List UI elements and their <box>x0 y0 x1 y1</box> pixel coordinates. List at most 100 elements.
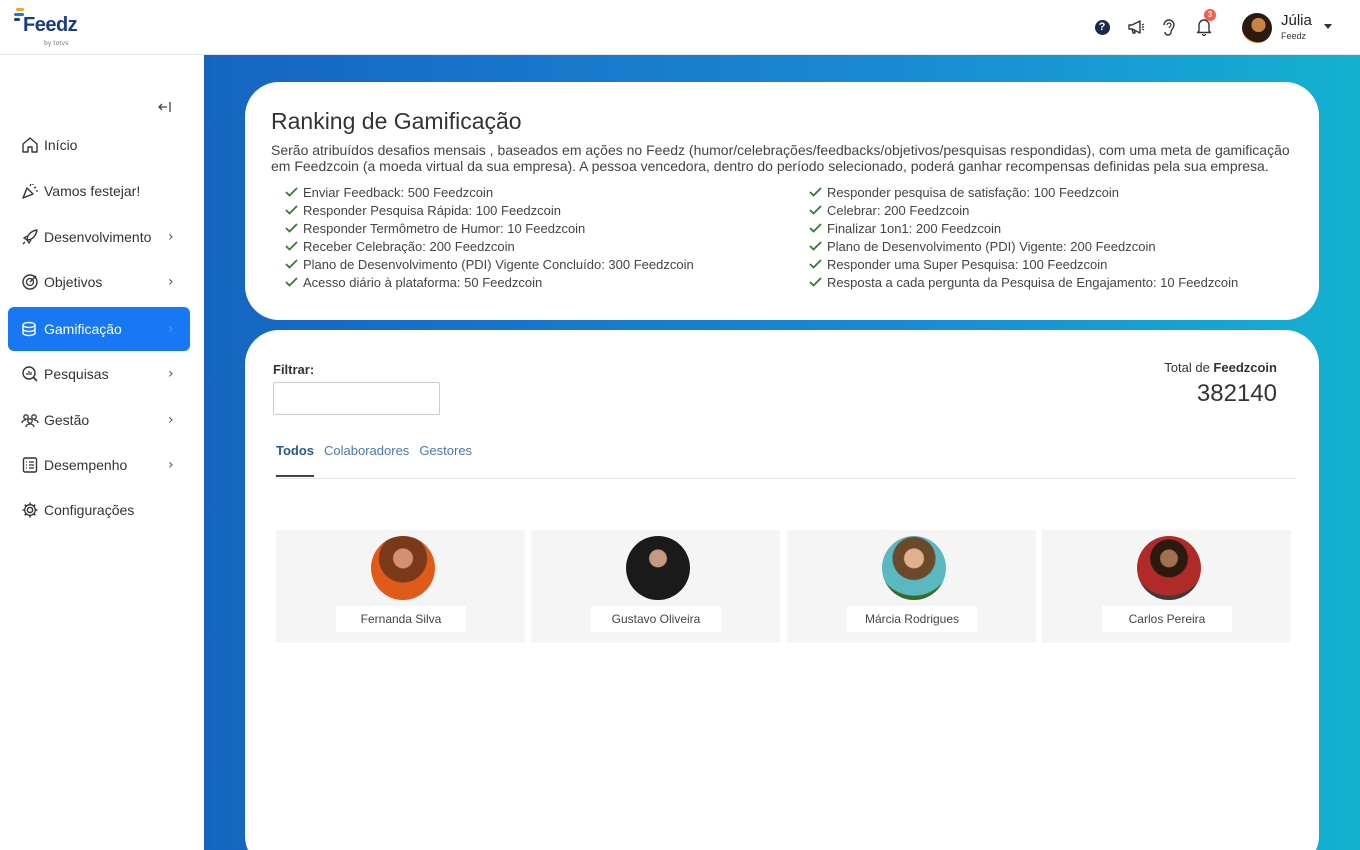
total-currency: Feedzcoin <box>1213 360 1277 375</box>
rule-item: Responder pesquisa de satisfação: 100 Fe… <box>809 183 1238 201</box>
logo-subtext: by totvs <box>44 40 69 47</box>
sidebar-item-configuracoes[interactable]: Configurações <box>8 488 190 532</box>
rule-item: Plano de Desenvolvimento (PDI) Vigente C… <box>285 255 694 273</box>
sidebar-item-vamos-festejar[interactable]: Vamos festejar! <box>8 169 190 213</box>
collapse-sidebar-icon[interactable] <box>158 100 172 116</box>
filter-label: Filtrar: <box>273 362 315 377</box>
check-icon <box>809 221 823 235</box>
user-avatar[interactable] <box>1242 13 1272 43</box>
leader-name: Carlos Pereira <box>1128 612 1206 626</box>
check-icon <box>285 185 299 199</box>
coins-icon <box>20 319 40 339</box>
rule-text: Responder Pesquisa Rápida: 100 Feedzcoin <box>303 202 562 218</box>
rule-text: Responder pesquisa de satisfação: 100 Fe… <box>827 184 1119 200</box>
check-icon <box>809 239 823 253</box>
tab-todos[interactable]: Todos <box>276 443 315 477</box>
rule-item: Responder Pesquisa Rápida: 100 Feedzcoin <box>285 201 694 219</box>
check-icon <box>285 239 299 253</box>
tab-gestores[interactable]: Gestores <box>419 443 472 477</box>
rule-text: Plano de Desenvolvimento (PDI) Vigente: … <box>827 238 1156 254</box>
search-chart-icon <box>20 364 40 384</box>
rocket-icon <box>20 227 40 247</box>
main-content: Ranking de Gamificação Serão atribuídos … <box>204 55 1360 850</box>
sidebar-item-pesquisas[interactable]: Pesquisas › <box>8 352 190 396</box>
leader-photo <box>371 536 435 600</box>
home-icon <box>20 135 40 155</box>
sidebar-item-label: Pesquisas <box>44 366 109 382</box>
leader-name-box: Fernanda Silva <box>336 606 466 632</box>
feedz-logo[interactable]: Feedz by totvs <box>14 8 84 50</box>
rule-text: Responder Termômetro de Humor: 10 Feedzc… <box>303 220 586 236</box>
leader-photo <box>1137 536 1201 600</box>
megaphone-icon[interactable] <box>1126 17 1146 37</box>
leader-card[interactable]: Carlos Pereira <box>1042 530 1291 643</box>
rule-text: Responder uma Super Pesquisa: 100 Feedzc… <box>827 256 1108 272</box>
sidebar-item-label: Gestão <box>44 412 90 428</box>
leader-name-box: Márcia Rodrigues <box>847 606 977 632</box>
top-actions: ? 3 Júlia Feedz <box>1060 0 1360 55</box>
sidebar-item-desenvolvimento[interactable]: Desenvolvimento › <box>8 215 190 259</box>
sidebar-item-gestao[interactable]: Gestão › <box>8 398 190 442</box>
page-title: Ranking de Gamificação <box>271 108 522 134</box>
sidebar-item-inicio[interactable]: Início <box>8 123 190 167</box>
rule-item: Receber Celebração: 200 Feedzcoin <box>285 237 694 255</box>
ear-icon[interactable] <box>1158 17 1178 37</box>
sidebar-item-label: Desempenho <box>44 457 128 473</box>
ranking-info-card: Ranking de Gamificação Serão atribuídos … <box>245 82 1319 320</box>
leader-name: Márcia Rodrigues <box>864 612 960 626</box>
sidebar-item-label: Objetivos <box>44 274 103 290</box>
sidebar: Início Vamos festejar! Desenvolvimento ›… <box>0 55 204 850</box>
tabs-divider <box>276 478 1296 479</box>
sidebar-item-label: Início <box>44 137 78 153</box>
leader-name-box: Carlos Pereira <box>1102 606 1232 632</box>
sidebar-item-gamificacao[interactable]: Gamificação › <box>8 307 190 351</box>
rule-text: Finalizar 1on1: 200 Feedzcoin <box>827 220 1002 236</box>
target-icon <box>20 272 40 292</box>
tab-colaboradores[interactable]: Colaboradores <box>324 443 409 477</box>
leader-card[interactable]: Gustavo Oliveira <box>531 530 780 643</box>
rule-item: Responder Termômetro de Humor: 10 Feedzc… <box>285 219 694 237</box>
chevron-right-icon: › <box>168 412 174 428</box>
sidebar-item-label: Configurações <box>44 502 135 518</box>
ranking-description: Serão atribuídos desafios mensais , base… <box>271 142 1290 174</box>
chevron-right-icon: › <box>168 366 174 382</box>
rule-text: Enviar Feedback: 500 Feedzcoin <box>303 184 494 200</box>
rules-list-left: Enviar Feedback: 500 Feedzcoin Responder… <box>285 183 694 291</box>
filter-input[interactable] <box>273 382 440 415</box>
logo-text: Feedz <box>23 14 78 36</box>
rule-text: Plano de Desenvolvimento (PDI) Vigente C… <box>303 256 694 272</box>
rules-list-right: Responder pesquisa de satisfação: 100 Fe… <box>809 183 1238 291</box>
rule-item: Celebrar: 200 Feedzcoin <box>809 201 1238 219</box>
notification-badge: 3 <box>1204 9 1216 21</box>
sidebar-item-objetivos[interactable]: Objetivos › <box>8 260 190 304</box>
sidebar-item-label: Gamificação <box>44 321 122 337</box>
leader-name-box: Gustavo Oliveira <box>591 606 721 632</box>
top-bar: Feedz by totvs ? 3 Júlia Feedz <box>0 0 1360 55</box>
leader-photo <box>626 536 690 600</box>
total-feedzcoin-value: 382140 <box>1196 380 1277 407</box>
rule-item: Plano de Desenvolvimento (PDI) Vigente: … <box>809 237 1238 255</box>
leader-card[interactable]: Fernanda Silva <box>276 530 525 643</box>
leader-name: Gustavo Oliveira <box>611 612 701 626</box>
total-feedzcoin-label: Total de Feedzcoin <box>1164 360 1277 375</box>
people-icon <box>20 410 40 430</box>
ranking-tabs: Todos Colaboradores Gestores <box>276 443 482 477</box>
rule-item: Responder uma Super Pesquisa: 100 Feedzc… <box>809 255 1238 273</box>
rule-item: Acesso diário à plataforma: 50 Feedzcoin <box>285 273 694 291</box>
check-icon <box>285 257 299 271</box>
party-icon <box>20 181 40 201</box>
check-icon <box>285 221 299 235</box>
rule-text: Resposta a cada pergunta da Pesquisa de … <box>827 274 1239 290</box>
check-icon <box>809 275 823 289</box>
help-icon[interactable]: ? <box>1092 17 1112 37</box>
rule-text: Receber Celebração: 200 Feedzcoin <box>303 238 515 254</box>
checklist-icon <box>20 455 40 475</box>
sidebar-item-desempenho[interactable]: Desempenho › <box>8 443 190 487</box>
leader-card[interactable]: Márcia Rodrigues <box>787 530 1036 643</box>
sidebar-item-label: Vamos festejar! <box>44 183 141 199</box>
user-menu-caret-icon[interactable] <box>1324 24 1332 29</box>
chevron-right-icon: › <box>168 229 174 245</box>
leader-photo <box>882 536 946 600</box>
user-name[interactable]: Júlia <box>1281 12 1312 29</box>
ranking-list-card: Filtrar: Total de Feedzcoin 382140 Todos… <box>245 330 1319 850</box>
